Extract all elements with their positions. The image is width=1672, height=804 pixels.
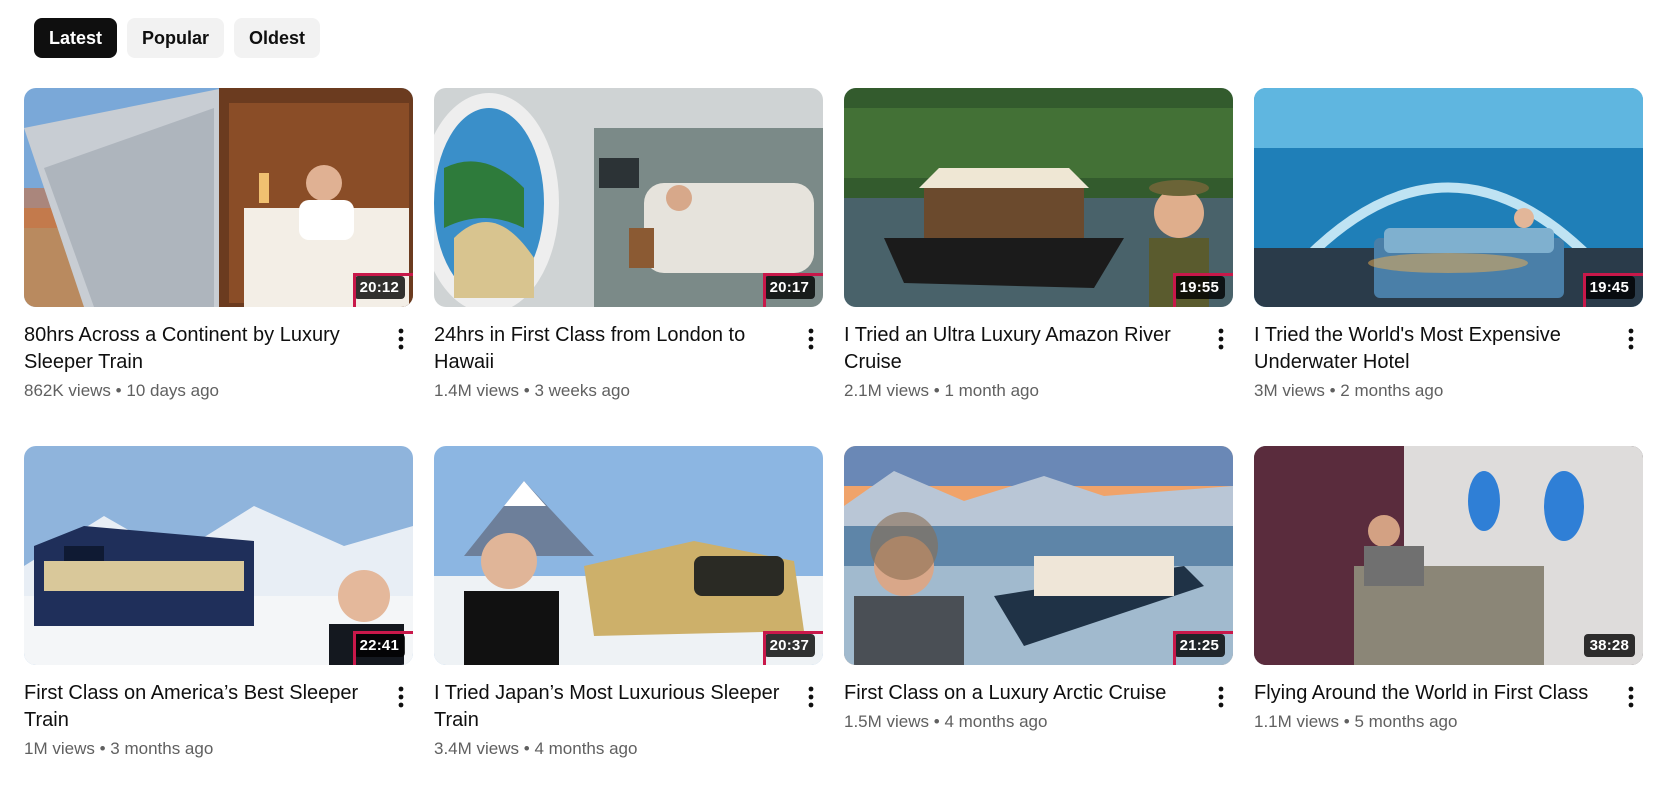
video-card: 22:41 First Class on America’s Best Slee… (24, 446, 413, 804)
video-meta: 1.5M views • 4 months ago (844, 710, 1199, 734)
video-views: 1.1M views (1254, 712, 1340, 731)
video-card: 19:45 I Tried the World's Most Expensive… (1254, 88, 1643, 446)
video-card: 21:25 First Class on a Luxury Arctic Cru… (844, 446, 1233, 804)
video-info: I Tried an Ultra Luxury Amazon River Cru… (844, 322, 1233, 403)
more-vert-icon[interactable] (1619, 684, 1643, 710)
video-views: 1.4M views (434, 381, 520, 400)
video-thumbnail[interactable]: 20:37 (434, 446, 823, 665)
video-info: 80hrs Across a Continent by Luxury Sleep… (24, 322, 413, 403)
video-duration: 19:55 (1173, 276, 1225, 299)
video-views: 1M views (24, 739, 95, 758)
video-info: Flying Around the World in First Class 1… (1254, 680, 1643, 734)
video-meta: 3M views • 2 months ago (1254, 379, 1609, 403)
video-views: 862K views (24, 381, 111, 400)
video-title[interactable]: First Class on a Luxury Arctic Cruise (844, 680, 1199, 707)
video-age: 4 months ago (534, 739, 638, 758)
video-title[interactable]: 24hrs in First Class from London to Hawa… (434, 322, 789, 376)
video-duration: 19:45 (1583, 276, 1635, 299)
video-card: 19:55 I Tried an Ultra Luxury Amazon Riv… (844, 88, 1233, 446)
chip-popular[interactable]: Popular (127, 18, 225, 58)
video-info: First Class on America’s Best Sleeper Tr… (24, 680, 413, 761)
video-title[interactable]: 80hrs Across a Continent by Luxury Sleep… (24, 322, 379, 376)
meta-separator: • (99, 739, 106, 758)
more-vert-icon[interactable] (389, 326, 413, 352)
video-duration: 21:25 (1173, 634, 1225, 657)
video-age: 4 months ago (944, 712, 1048, 731)
video-meta: 3.4M views • 4 months ago (434, 737, 789, 761)
video-title[interactable]: I Tried the World's Most Expensive Under… (1254, 322, 1609, 376)
thumbnail-image (24, 88, 413, 307)
video-age: 5 months ago (1354, 712, 1458, 731)
thumbnail-image (844, 88, 1233, 307)
video-meta: 1.4M views • 3 weeks ago (434, 379, 789, 403)
video-thumbnail[interactable]: 19:55 (844, 88, 1233, 307)
meta-separator: • (523, 739, 530, 758)
video-duration: 20:37 (763, 634, 815, 657)
video-views: 1.5M views (844, 712, 930, 731)
video-thumbnail[interactable]: 20:17 (434, 88, 823, 307)
video-age: 2 months ago (1340, 381, 1444, 400)
thumbnail-image (434, 88, 823, 307)
video-info: I Tried Japan’s Most Luxurious Sleeper T… (434, 680, 823, 761)
video-views: 3M views (1254, 381, 1325, 400)
video-views: 2.1M views (844, 381, 930, 400)
more-vert-icon[interactable] (1209, 326, 1233, 352)
thumbnail-image (434, 446, 823, 665)
more-vert-icon[interactable] (799, 684, 823, 710)
video-title[interactable]: I Tried Japan’s Most Luxurious Sleeper T… (434, 680, 789, 734)
video-age: 3 months ago (110, 739, 214, 758)
thumbnail-image (844, 446, 1233, 665)
sort-chips: Latest Popular Oldest (34, 18, 321, 58)
video-info: I Tried the World's Most Expensive Under… (1254, 322, 1643, 403)
more-vert-icon[interactable] (1619, 326, 1643, 352)
video-thumbnail[interactable]: 20:12 (24, 88, 413, 307)
video-card: 38:28 Flying Around the World in First C… (1254, 446, 1643, 804)
meta-separator: • (933, 381, 940, 400)
video-meta: 1M views • 3 months ago (24, 737, 379, 761)
video-views: 3.4M views (434, 739, 520, 758)
meta-separator: • (523, 381, 530, 400)
video-title[interactable]: First Class on America’s Best Sleeper Tr… (24, 680, 379, 734)
more-vert-icon[interactable] (1209, 684, 1233, 710)
video-card: 20:17 24hrs in First Class from London t… (434, 88, 823, 446)
meta-separator: • (1329, 381, 1336, 400)
meta-separator: • (933, 712, 940, 731)
video-info: First Class on a Luxury Arctic Cruise 1.… (844, 680, 1233, 734)
video-meta: 2.1M views • 1 month ago (844, 379, 1199, 403)
video-age: 10 days ago (126, 381, 219, 400)
video-thumbnail[interactable]: 38:28 (1254, 446, 1643, 665)
video-age: 3 weeks ago (534, 381, 630, 400)
thumbnail-image (24, 446, 413, 665)
meta-separator: • (1343, 712, 1350, 731)
video-title[interactable]: Flying Around the World in First Class (1254, 680, 1609, 707)
video-thumbnail[interactable]: 19:45 (1254, 88, 1643, 307)
thumbnail-image (1254, 446, 1643, 665)
video-duration: 20:12 (353, 276, 405, 299)
video-age: 1 month ago (944, 381, 1039, 400)
video-duration: 20:17 (763, 276, 815, 299)
video-card: 20:12 80hrs Across a Continent by Luxury… (24, 88, 413, 446)
video-duration: 38:28 (1583, 634, 1635, 657)
meta-separator: • (115, 381, 122, 400)
more-vert-icon[interactable] (389, 684, 413, 710)
video-meta: 1.1M views • 5 months ago (1254, 710, 1609, 734)
video-grid: 20:12 80hrs Across a Continent by Luxury… (24, 88, 1648, 804)
video-duration: 22:41 (353, 634, 405, 657)
chip-latest[interactable]: Latest (34, 18, 118, 58)
more-vert-icon[interactable] (799, 326, 823, 352)
video-thumbnail[interactable]: 21:25 (844, 446, 1233, 665)
video-card: 20:37 I Tried Japan’s Most Luxurious Sle… (434, 446, 823, 804)
video-title[interactable]: I Tried an Ultra Luxury Amazon River Cru… (844, 322, 1199, 376)
video-info: 24hrs in First Class from London to Hawa… (434, 322, 823, 403)
chip-oldest[interactable]: Oldest (234, 18, 321, 58)
video-thumbnail[interactable]: 22:41 (24, 446, 413, 665)
video-meta: 862K views • 10 days ago (24, 379, 379, 403)
thumbnail-image (1254, 88, 1643, 307)
